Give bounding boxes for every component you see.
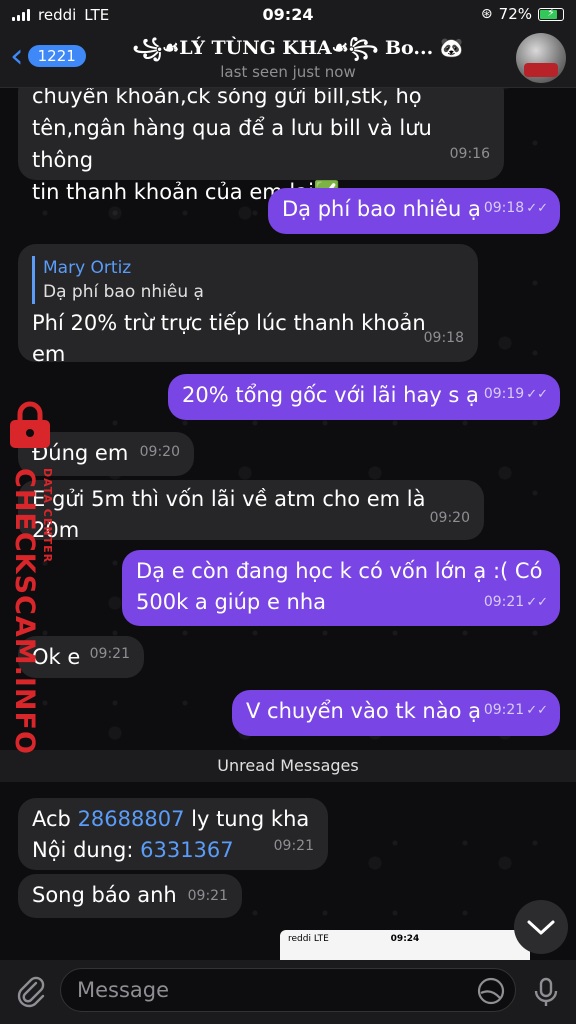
last-seen-status: last seen just now — [220, 63, 356, 81]
message-text: 20% tổng gốc với lãi hay s ạ — [182, 383, 479, 407]
message-incoming[interactable]: E gửi 5m thì vốn lãi về atm cho em là 20… — [18, 480, 484, 542]
message-text: Dạ phí bao nhiêu ạ — [282, 197, 481, 221]
message-time: 09:21 ✓✓ — [483, 594, 548, 610]
message-outgoing[interactable]: Dạ phí bao nhiêu ạ 09:18 ✓✓ — [268, 188, 560, 234]
message-text-line: Nội dung: 6331367 — [32, 838, 234, 862]
message-outgoing[interactable]: 20% tổng gốc với lãi hay s ạ 09:19 ✓✓ — [168, 374, 560, 420]
transfer-content-link[interactable]: 6331367 — [140, 838, 234, 862]
message-time: 09:18 ✓✓ — [483, 200, 548, 216]
message-time: 09:19 ✓✓ — [483, 386, 548, 402]
message-input-bar — [0, 960, 576, 1024]
message-text: E gửi 5m thì vốn lãi về atm cho em là 20… — [32, 487, 426, 542]
message-text: Song báo anh — [32, 883, 177, 907]
message-incoming[interactable]: Song báo anh 09:21 — [18, 874, 242, 918]
message-input[interactable] — [60, 968, 516, 1012]
message-text-line: chuyển khoản,ck sóng gửi bill,stk, họ — [32, 88, 422, 108]
read-checkmarks-icon: ✓✓ — [526, 387, 548, 402]
message-text-line: Dạ e còn đang học k có vốn lớn ạ :( Có — [136, 559, 543, 583]
message-text: Phí 20% trừ trực tiếp lúc thanh khoản em — [32, 311, 426, 366]
battery-icon: ⚡ — [538, 6, 564, 21]
reply-quote[interactable]: Mary Ortiz Dạ phí bao nhiêu ạ — [32, 256, 464, 304]
avatar[interactable] — [516, 33, 566, 83]
back-chevron-icon: ‹ — [10, 36, 24, 76]
chat-header: ‹ 1221 ꧁☙LÝ TÙNG KHA☙꧂ Bo... 🐼 last seen… — [0, 30, 576, 88]
status-right: ⊛ 72% ⚡ — [481, 5, 564, 23]
message-time: 09:21 — [273, 838, 314, 854]
message-outgoing[interactable]: Dạ e còn đang học k có vốn lớn ạ :( Có 5… — [122, 550, 560, 626]
preview-time: 09:24 — [390, 934, 420, 944]
watermark-subtext: DATA CENTER — [41, 468, 54, 564]
microphone-icon[interactable] — [528, 974, 564, 1010]
chat-title-text: ꧁☙LÝ TÙNG KHA☙꧂ Bo... — [132, 37, 434, 59]
message-outgoing[interactable]: V chuyển vào tk nào ạ 09:21 ✓✓ — [232, 690, 560, 736]
lock-rotation-icon: ⊛ — [480, 6, 493, 22]
reply-sender-name: Mary Ortiz — [43, 258, 132, 278]
message-text-line: tên,ngân hàng qua để a lưu bill và lưu t… — [32, 116, 432, 172]
lock-icon — [10, 401, 50, 448]
message-incoming[interactable]: Mary Ortiz Dạ phí bao nhiêu ạ Phí 20% tr… — [18, 244, 478, 366]
watermark-text: CHECKSCAM.INFO — [9, 468, 40, 755]
message-text-line: Acb 28688807 ly tung kha — [32, 807, 310, 831]
battery-percent: 72% — [498, 5, 532, 23]
message-incoming[interactable]: Acb 28688807 ly tung kha Nội dung: 63313… — [18, 798, 328, 870]
message-time: 09:21 — [187, 888, 228, 904]
paperclip-icon[interactable] — [14, 974, 48, 1008]
message-incoming[interactable]: chuyển khoản,ck sóng gửi bill,stk, họ tê… — [18, 88, 504, 204]
scroll-to-bottom-button[interactable] — [514, 900, 568, 954]
sticker-icon[interactable] — [476, 976, 506, 1006]
message-time: 09:18 — [423, 330, 464, 346]
account-number-link[interactable]: 28688807 — [78, 807, 185, 831]
unread-messages-divider: Unread Messages — [0, 750, 576, 782]
message-time: 09:20 — [429, 510, 470, 526]
message-time: 09:16 — [449, 146, 490, 162]
message-time: 09:21 ✓✓ — [483, 702, 548, 718]
back-button[interactable]: ‹ 1221 — [10, 36, 86, 76]
reply-text: Dạ phí bao nhiêu ạ — [43, 282, 204, 302]
read-checkmarks-icon: ✓✓ — [526, 595, 548, 610]
read-checkmarks-icon: ✓✓ — [526, 703, 548, 718]
panda-emoji: 🐼 — [439, 37, 464, 59]
chevron-down-icon — [527, 920, 555, 935]
unread-count-badge: 1221 — [27, 45, 86, 67]
chat-area[interactable]: chuyển khoản,ck sóng gửi bill,stk, họ tê… — [0, 88, 576, 960]
message-time: 09:20 — [139, 444, 180, 460]
image-message-preview[interactable]: reddi LTE 09:24 — [280, 930, 530, 960]
status-bar: reddi LTE 09:24 ⊛ 72% ⚡ — [0, 0, 576, 30]
read-checkmarks-icon: ✓✓ — [526, 201, 548, 216]
message-text: V chuyển vào tk nào ạ — [246, 699, 481, 723]
message-time: 09:21 — [89, 646, 130, 662]
